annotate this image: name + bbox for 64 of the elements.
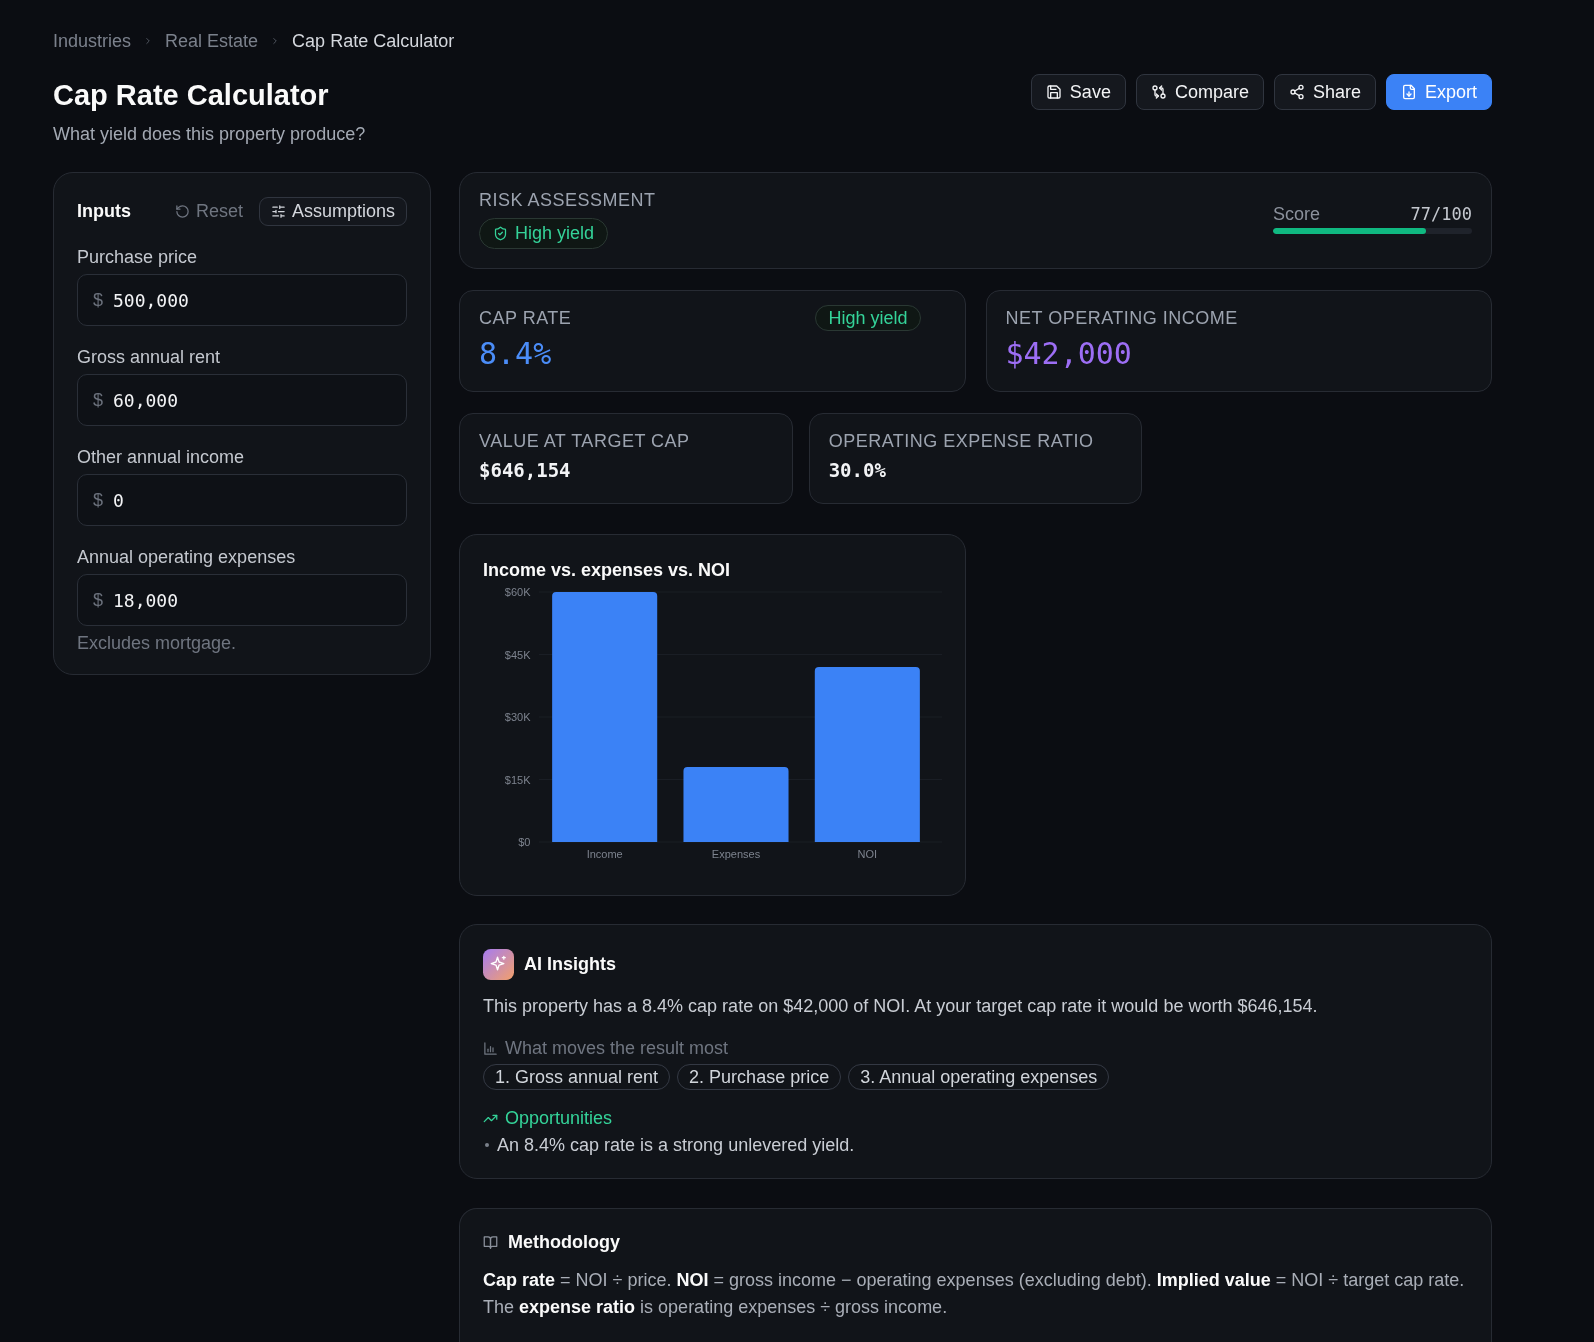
share-icon <box>1288 84 1305 100</box>
badge-text: High yield <box>515 223 595 244</box>
bar-chart-icon <box>483 1040 498 1056</box>
metric-value: 8.4% <box>479 336 552 372</box>
chart-title: Income vs. expenses vs. NOI <box>483 559 732 582</box>
save-button[interactable]: Save <box>1030 74 1126 110</box>
status-badge: High yield <box>815 305 921 331</box>
currency-input-field[interactable]: $ 60,000 <box>77 374 407 426</box>
insights-summary: This property has a 8.4% cap rate on $42,000 of NOI. At your target cap rate it would be worth $646,154. <box>483 995 1319 1018</box>
score-value: 77/100 <box>1410 203 1472 225</box>
field-label: Annual operating expenses <box>77 546 297 569</box>
shield-check-icon <box>493 226 508 241</box>
assumptions-button[interactable]: Assumptions <box>258 197 407 226</box>
y-axis-label: $45K <box>504 648 531 661</box>
y-axis-label: $60K <box>504 586 531 598</box>
currency-prefix: $ <box>93 289 103 311</box>
compare-button[interactable]: Compare <box>1135 74 1264 110</box>
section-label: RISK ASSESSMENT <box>479 189 656 212</box>
metric-label: OPERATING EXPENSE RATIO <box>828 430 1094 453</box>
metric-value: $42,000 <box>1005 336 1132 372</box>
page-title: Cap Rate Calculator <box>53 78 330 113</box>
metric-label: VALUE AT TARGET CAP <box>479 430 690 453</box>
x-axis-label: Income <box>586 848 623 860</box>
field-hint: Excludes mortgage. <box>77 632 238 655</box>
circular-arrow-icon <box>174 204 190 219</box>
score-label: Score <box>1273 203 1321 225</box>
panel-title: Inputs <box>77 201 131 222</box>
metric-value: $646,154 <box>479 458 571 483</box>
y-axis-label: $0 <box>518 836 531 848</box>
drivers-heading: What moves the result most <box>505 1037 729 1060</box>
y-axis-label: $30K <box>504 711 531 723</box>
currency-prefix: $ <box>93 389 103 411</box>
field-label: Other annual income <box>77 446 246 469</box>
opportunity-text: An 8.4% cap rate is a strong unlevered yield. <box>497 1134 855 1157</box>
share-button[interactable]: Share <box>1273 74 1376 110</box>
currency-input-field[interactable]: $ 500,000 <box>77 274 407 326</box>
currency-input-field[interactable]: $ 0 <box>77 474 407 526</box>
file-arrow-icon <box>1400 84 1417 100</box>
insights-title: AI Insights <box>524 953 616 975</box>
breadcrumb-item[interactable]: Industries <box>53 29 132 53</box>
metric-label: NET OPERATING INCOME <box>1005 307 1238 330</box>
currency-prefix: $ <box>93 489 103 511</box>
book-icon <box>483 1234 498 1250</box>
reset-button[interactable]: Reset <box>174 201 243 222</box>
sparkle-icon <box>483 948 514 980</box>
metric-label: CAP RATE <box>479 307 572 330</box>
metric-value: 30.0% <box>828 458 886 483</box>
y-axis-label: $15K <box>504 773 531 786</box>
breadcrumb-item[interactable]: Real Estate <box>165 29 259 53</box>
currency-prefix: $ <box>93 589 103 611</box>
opportunities-heading: Opportunities <box>505 1107 613 1130</box>
page-subtitle: What yield does this property produce? <box>53 123 366 146</box>
export-button[interactable]: Export <box>1385 74 1492 110</box>
x-axis-label: NOI <box>857 848 878 860</box>
x-axis-label: Expenses <box>711 848 761 860</box>
field-label: Gross annual rent <box>77 346 222 369</box>
methodology-text: Cap rate = NOI ÷ price. NOI = gross income − operating expenses (excluding debt). Implied value = NOI ÷ target cap rate. The expense ratio is operating expenses ÷ gross income. <box>483 1269 1466 1319</box>
breadcrumb-item: Cap Rate Calculator <box>292 30 455 53</box>
sliders-icon <box>270 204 286 219</box>
field-label: Purchase price <box>77 246 199 269</box>
bullet-icon <box>485 1143 489 1147</box>
methodology-title: Methodology <box>508 1231 620 1253</box>
swap-arrows-icon <box>1150 84 1167 100</box>
currency-input-field[interactable]: $ 18,000 <box>77 574 407 626</box>
